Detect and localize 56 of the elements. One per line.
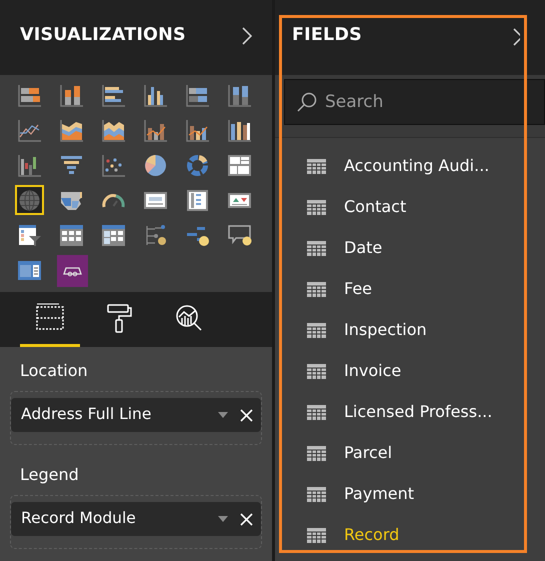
combo-chart-icon bbox=[143, 118, 168, 142]
donut-chart-icon bbox=[185, 152, 210, 178]
table-icon bbox=[307, 446, 326, 460]
drop-zone[interactable]: Record Module bbox=[10, 495, 262, 549]
table-item[interactable]: Date bbox=[307, 236, 545, 260]
well-label: Location bbox=[20, 361, 88, 380]
table-visual-icon bbox=[59, 222, 84, 248]
field-pill[interactable]: Address Full Line bbox=[11, 398, 261, 432]
pie-chart-icon bbox=[143, 152, 168, 178]
table-icon bbox=[307, 282, 326, 296]
combo-chart-icon bbox=[185, 118, 210, 142]
table-item[interactable]: Contact bbox=[307, 195, 545, 219]
visual-type-button[interactable] bbox=[15, 185, 44, 215]
clustered-bar-chart-icon bbox=[101, 82, 126, 108]
stacked-bar-chart-icon bbox=[185, 82, 210, 108]
treemap-icon bbox=[227, 152, 252, 178]
line-chart-icon bbox=[17, 118, 42, 142]
visual-type-button[interactable] bbox=[57, 255, 88, 287]
table-icon bbox=[307, 200, 326, 214]
table-icon bbox=[307, 322, 326, 338]
field-name: Record Module bbox=[21, 508, 137, 530]
panel-title: FIELDS bbox=[292, 24, 362, 48]
table-icon bbox=[307, 486, 326, 502]
table-icon bbox=[307, 240, 326, 256]
area-chart-icon bbox=[59, 118, 84, 142]
table-icon bbox=[307, 364, 326, 378]
field-name: Address Full Line bbox=[21, 404, 152, 426]
table-item[interactable]: Licensed Profess... bbox=[307, 400, 545, 424]
table-item[interactable]: Parcel bbox=[307, 441, 545, 465]
clustered-column-chart-icon bbox=[143, 82, 168, 108]
close-icon[interactable] bbox=[240, 512, 253, 526]
stacked-bar-chart-icon bbox=[17, 82, 42, 108]
stacked-column-chart-icon bbox=[227, 82, 252, 108]
well-label: Legend bbox=[20, 465, 79, 484]
close-icon[interactable] bbox=[240, 408, 253, 422]
globe-icon bbox=[17, 188, 42, 212]
stacked-column-chart-icon bbox=[59, 82, 84, 108]
table-item[interactable]: Fee bbox=[307, 277, 545, 301]
table-icon bbox=[307, 528, 326, 542]
search-field[interactable]: Search bbox=[284, 79, 545, 125]
table-icon bbox=[307, 158, 326, 174]
scatter-chart-icon bbox=[101, 152, 126, 178]
field-pill[interactable]: Record Module bbox=[11, 502, 261, 536]
table-item[interactable]: Payment bbox=[307, 482, 545, 506]
dropdown-caret-icon[interactable] bbox=[218, 412, 228, 418]
chevron-icon[interactable] bbox=[242, 26, 252, 44]
table-icon bbox=[307, 404, 326, 420]
table-item[interactable]: Invoice bbox=[307, 359, 545, 383]
table-item[interactable]: Accounting Audi... bbox=[307, 154, 545, 178]
chevron-icon[interactable] bbox=[513, 28, 520, 46]
area-chart-icon bbox=[101, 118, 126, 142]
panel-title: VISUALIZATIONS bbox=[20, 24, 186, 48]
dropdown-caret-icon[interactable] bbox=[218, 516, 228, 522]
drop-zone[interactable]: Address Full Line bbox=[10, 391, 262, 445]
table-item[interactable]: Inspection bbox=[307, 318, 545, 342]
table-item[interactable]: Record bbox=[307, 523, 545, 547]
